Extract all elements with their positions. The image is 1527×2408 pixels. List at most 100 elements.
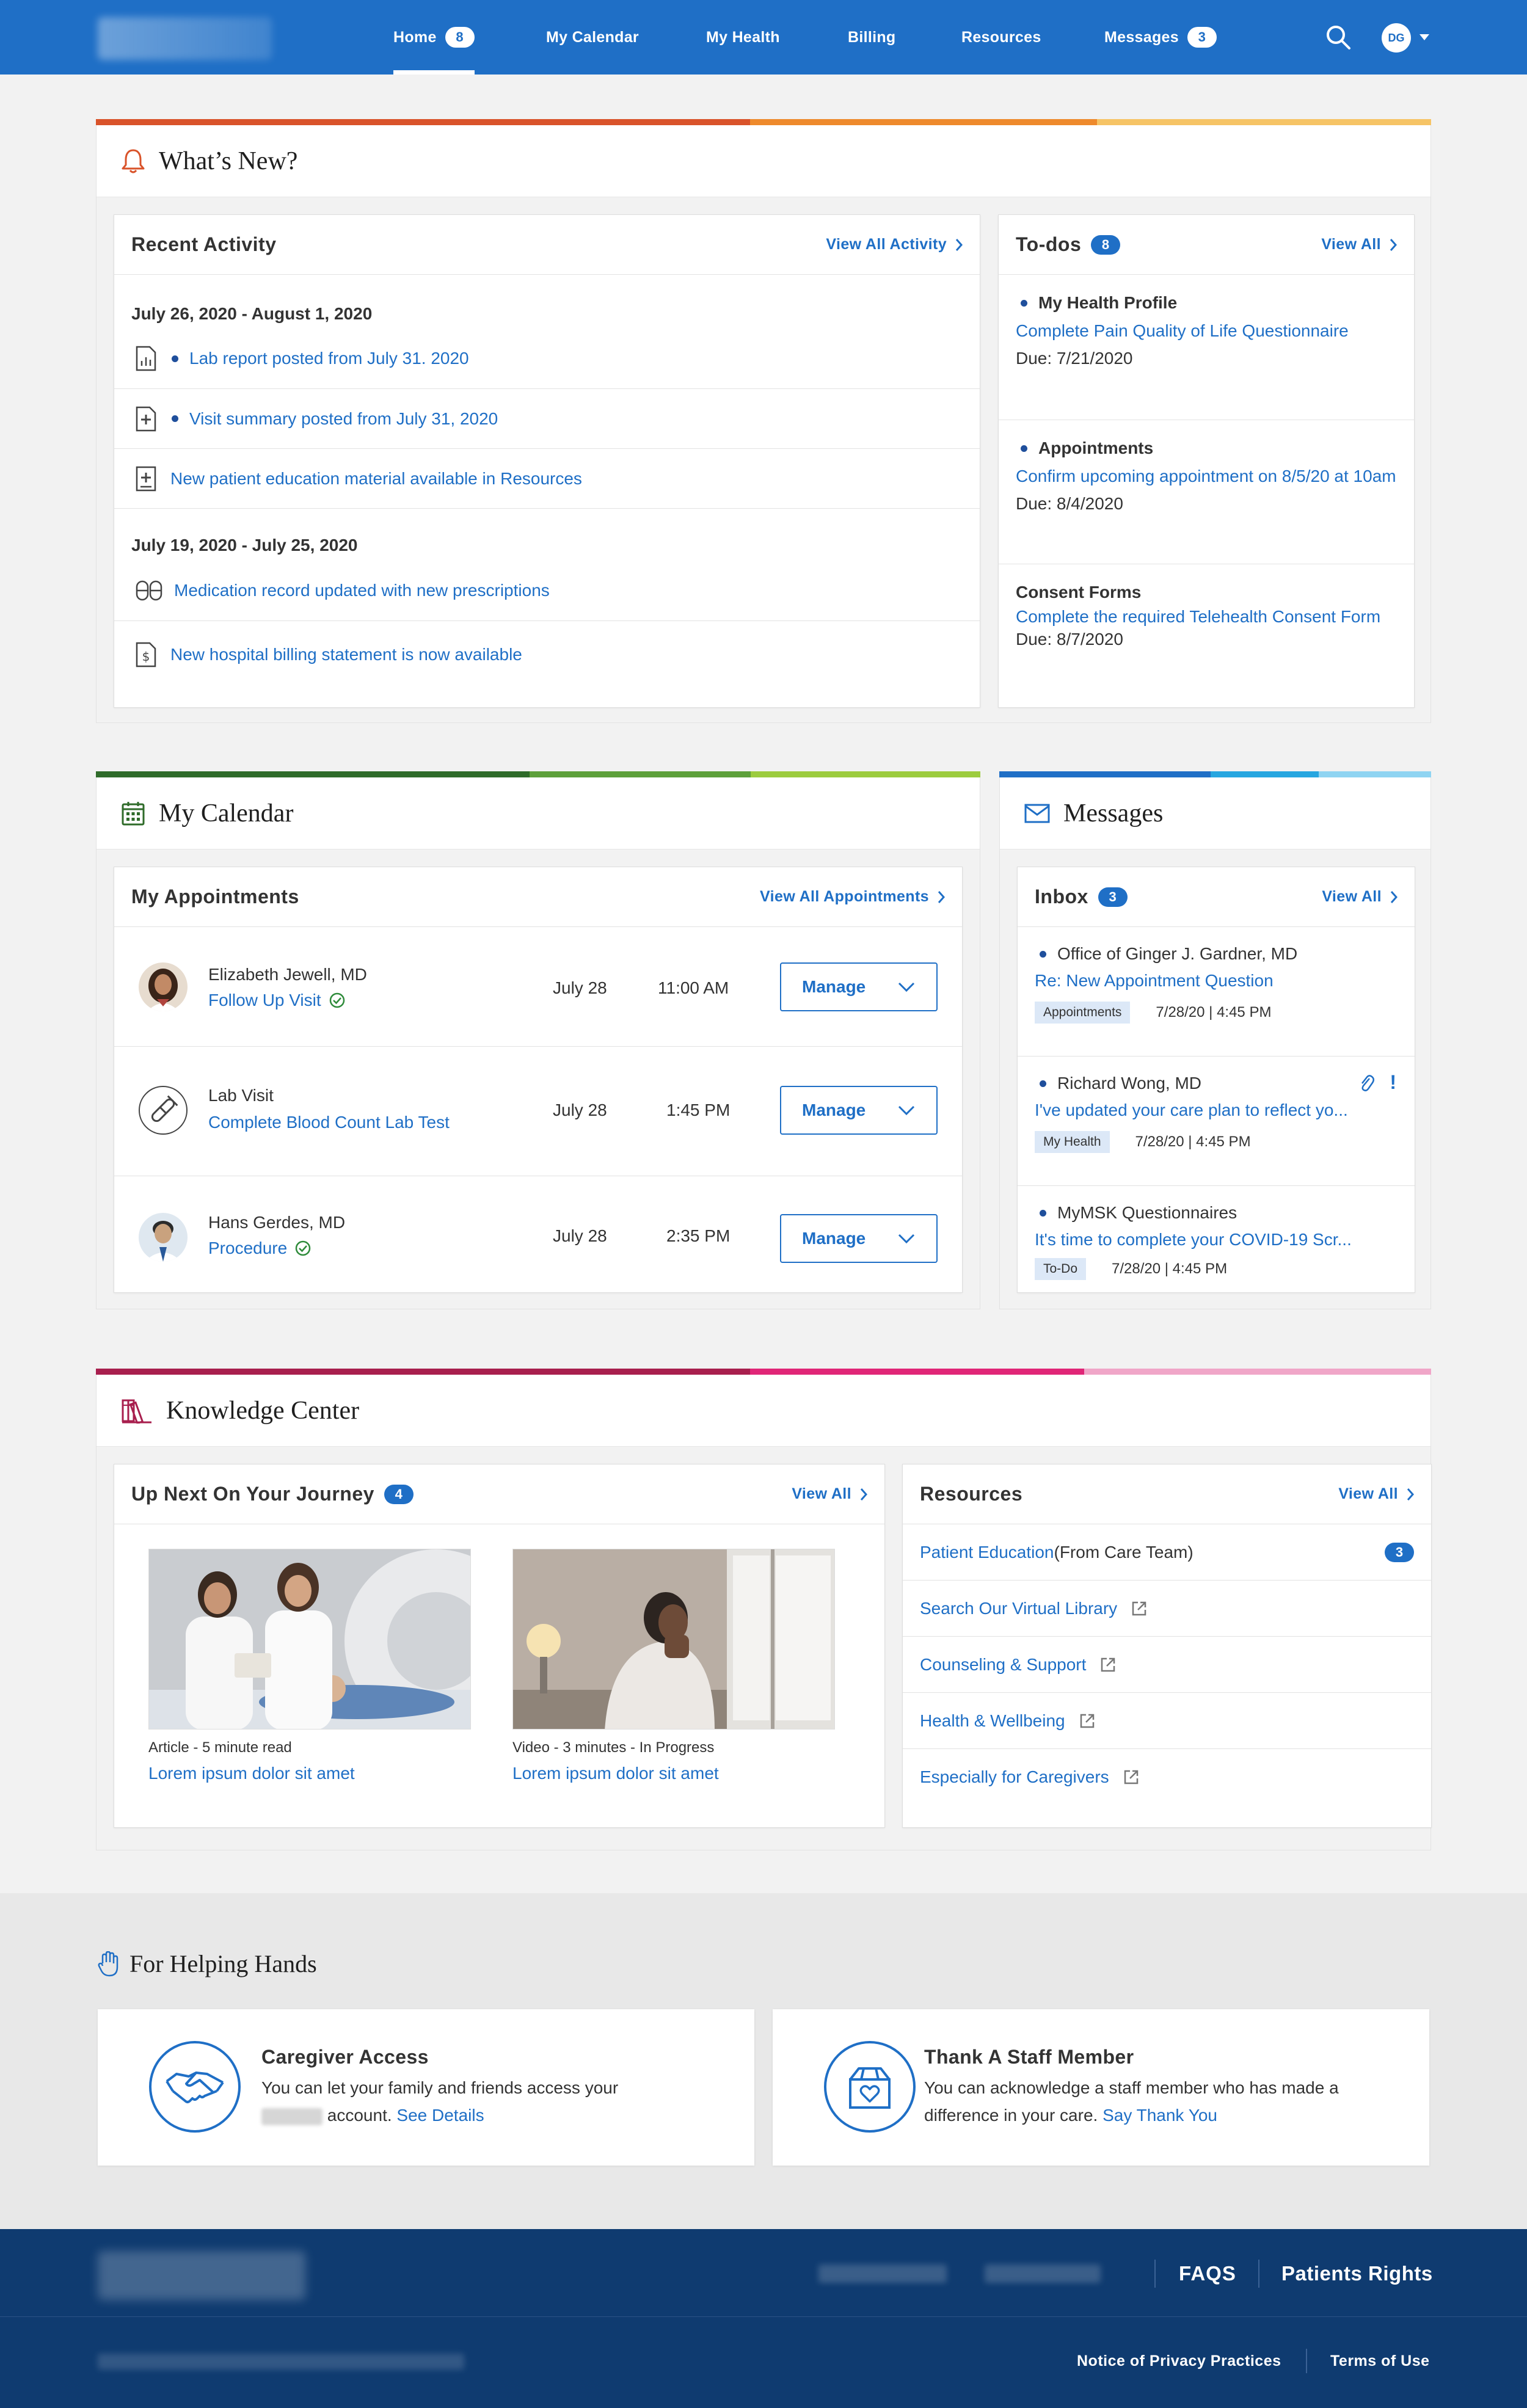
unread-dot: [1021, 445, 1027, 452]
activity-item[interactable]: New patient education material available…: [114, 448, 980, 508]
todo-link[interactable]: Confirm upcoming appointment on 8/5/20 a…: [1016, 463, 1397, 489]
nav-messages[interactable]: Messages 3: [1104, 0, 1217, 75]
messages-section: Messages Inbox 3 View All Office of Ging…: [999, 771, 1431, 1309]
view-all-activity-link[interactable]: View All Activity: [826, 236, 963, 253]
footer-link-blurred[interactable]: [818, 2264, 947, 2283]
search-icon[interactable]: [1325, 24, 1351, 50]
footer-link-blurred[interactable]: [985, 2264, 1101, 2283]
chevron-down-icon: [898, 982, 915, 992]
gift-box-heart-icon: [824, 2041, 916, 2133]
svg-text:$: $: [142, 649, 150, 664]
patients-rights-link[interactable]: Patients Rights: [1281, 2262, 1433, 2285]
todo-link[interactable]: Complete the required Telehealth Consent…: [1016, 603, 1397, 630]
appointment-type-link[interactable]: Complete Blood Count Lab Test: [208, 1113, 450, 1132]
activity-item[interactable]: $ New hospital billing statement is now …: [114, 620, 980, 688]
nav-home[interactable]: Home 8: [393, 0, 475, 75]
say-thank-you-link[interactable]: Say Thank You: [1102, 2106, 1217, 2125]
manage-button[interactable]: Manage: [780, 962, 938, 1011]
knowledge-color-bar: [96, 1369, 1431, 1375]
nav-messages-badge: 3: [1187, 27, 1217, 48]
todo-link[interactable]: Complete Pain Quality of Life Questionna…: [1016, 318, 1397, 344]
video-title-link[interactable]: Lorem ipsum dolor sit amet: [512, 1764, 719, 1783]
thank-staff-title: Thank A Staff Member: [924, 2046, 1134, 2068]
provider-photo-female: [139, 962, 188, 1011]
todos-view-all-link[interactable]: View All: [1321, 236, 1397, 253]
appointment-row: Elizabeth Jewell, MD Follow Up Visit Jul…: [114, 927, 962, 1047]
unread-dot: [172, 415, 178, 422]
my-appointments-card: My Appointments View All Appointments El…: [114, 867, 963, 1293]
message-item[interactable]: Richard Wong, MD ! I've updated your car…: [1018, 1057, 1415, 1186]
raised-hand-icon: [98, 1951, 118, 1976]
my-calendar-header: My Calendar: [97, 777, 980, 849]
whats-new-title: What’s New?: [159, 147, 298, 175]
resource-counseling-support[interactable]: Counseling & Support: [903, 1637, 1431, 1693]
nav-home-badge: 8: [445, 27, 475, 48]
knowledge-center-header: Knowledge Center: [97, 1375, 1430, 1447]
activity-date-range: July 26, 2020 - August 1, 2020: [131, 304, 373, 323]
my-calendar-title: My Calendar: [159, 799, 294, 828]
resources-title: Resources: [920, 1483, 1023, 1505]
resource-badge: 3: [1385, 1542, 1414, 1562]
up-next-title: Up Next On Your Journey: [131, 1483, 374, 1505]
medication-icon: [136, 580, 162, 601]
messages-header: Messages: [1000, 777, 1430, 849]
article-thumbnail[interactable]: [148, 1549, 471, 1730]
activity-item[interactable]: Visit summary posted from July 31, 2020: [114, 388, 980, 448]
footer-logo[interactable]: [98, 2251, 305, 2300]
nav-billing[interactable]: Billing: [848, 0, 895, 75]
appointment-type-link[interactable]: Follow Up Visit: [208, 991, 346, 1010]
caret-down-icon[interactable]: [1418, 33, 1430, 42]
message-tag: Appointments: [1035, 1002, 1131, 1024]
brand-logo[interactable]: [98, 17, 272, 60]
handshake-icon: [149, 2041, 241, 2133]
todo-item[interactable]: Appointments Confirm upcoming appointmen…: [999, 420, 1414, 564]
manage-button[interactable]: Manage: [780, 1086, 938, 1135]
resources-view-all-link[interactable]: View All: [1338, 1485, 1414, 1503]
resources-card: Resources View All Patient Education (Fr…: [902, 1464, 1432, 1828]
video-thumbnail[interactable]: [512, 1549, 835, 1730]
chevron-down-icon: [898, 1105, 915, 1116]
whats-new-section: What’s New? Recent Activity View All Act…: [96, 119, 1431, 723]
caregiver-access-card: Caregiver Access You can let your family…: [98, 2009, 754, 2166]
nav-my-health[interactable]: My Health: [706, 0, 780, 75]
important-flag: !: [1390, 1071, 1396, 1093]
external-link-icon: [1132, 1601, 1146, 1615]
appointment-type-link[interactable]: Procedure: [208, 1239, 312, 1258]
whats-new-header: What’s New?: [97, 125, 1430, 197]
activity-item[interactable]: Medication record updated with new presc…: [114, 561, 980, 620]
activity-item[interactable]: Lab report posted from July 31. 2020: [114, 329, 980, 388]
up-next-view-all-link[interactable]: View All: [792, 1485, 867, 1503]
todos-badge: 8: [1091, 235, 1121, 255]
message-subject[interactable]: It's time to complete your COVID-19 Scr.…: [1035, 1230, 1398, 1249]
resource-health-wellbeing[interactable]: Health & Wellbeing: [903, 1693, 1431, 1749]
inbox-view-all-link[interactable]: View All: [1322, 888, 1398, 906]
see-details-link[interactable]: See Details: [396, 2106, 484, 2125]
manage-button[interactable]: Manage: [780, 1214, 938, 1263]
message-item[interactable]: MyMSK Questionnaires It's time to comple…: [1018, 1186, 1415, 1293]
message-item[interactable]: Office of Ginger J. Gardner, MD Re: New …: [1018, 927, 1415, 1057]
unread-dot: [1040, 1080, 1046, 1087]
caregiver-access-title: Caregiver Access: [261, 2046, 429, 2068]
message-subject[interactable]: I've updated your care plan to reflect y…: [1035, 1100, 1398, 1120]
article-title-link[interactable]: Lorem ipsum dolor sit amet: [148, 1764, 355, 1783]
privacy-practices-link[interactable]: Notice of Privacy Practices: [1077, 2352, 1281, 2370]
todo-item[interactable]: My Health Profile Complete Pain Quality …: [999, 275, 1414, 420]
message-subject[interactable]: Re: New Appointment Question: [1035, 971, 1398, 991]
nav-my-calendar[interactable]: My Calendar: [546, 0, 639, 75]
user-avatar[interactable]: DG: [1382, 23, 1411, 53]
lab-test-icon: [139, 1086, 188, 1135]
resource-caregivers[interactable]: Especially for Caregivers: [903, 1749, 1431, 1805]
resource-patient-education[interactable]: Patient Education (From Care Team) 3: [903, 1524, 1431, 1580]
faqs-link[interactable]: FAQS: [1179, 2262, 1236, 2285]
resource-virtual-library[interactable]: Search Our Virtual Library: [903, 1580, 1431, 1637]
redacted-text: [261, 2108, 323, 2125]
todo-item[interactable]: Consent Forms Complete the required Tele…: [999, 564, 1414, 708]
view-all-appointments-link[interactable]: View All Appointments: [760, 888, 945, 906]
up-next-card: Up Next On Your Journey 4 View All Artic…: [114, 1464, 885, 1828]
terms-of-use-link[interactable]: Terms of Use: [1330, 2352, 1430, 2370]
nav-resources[interactable]: Resources: [961, 0, 1041, 75]
recent-activity-title: Recent Activity: [131, 233, 277, 255]
knowledge-center-section: Knowledge Center Up Next On Your Journey…: [96, 1369, 1432, 1850]
unread-dot: [172, 355, 178, 362]
whats-new-color-bar: [96, 119, 1431, 125]
